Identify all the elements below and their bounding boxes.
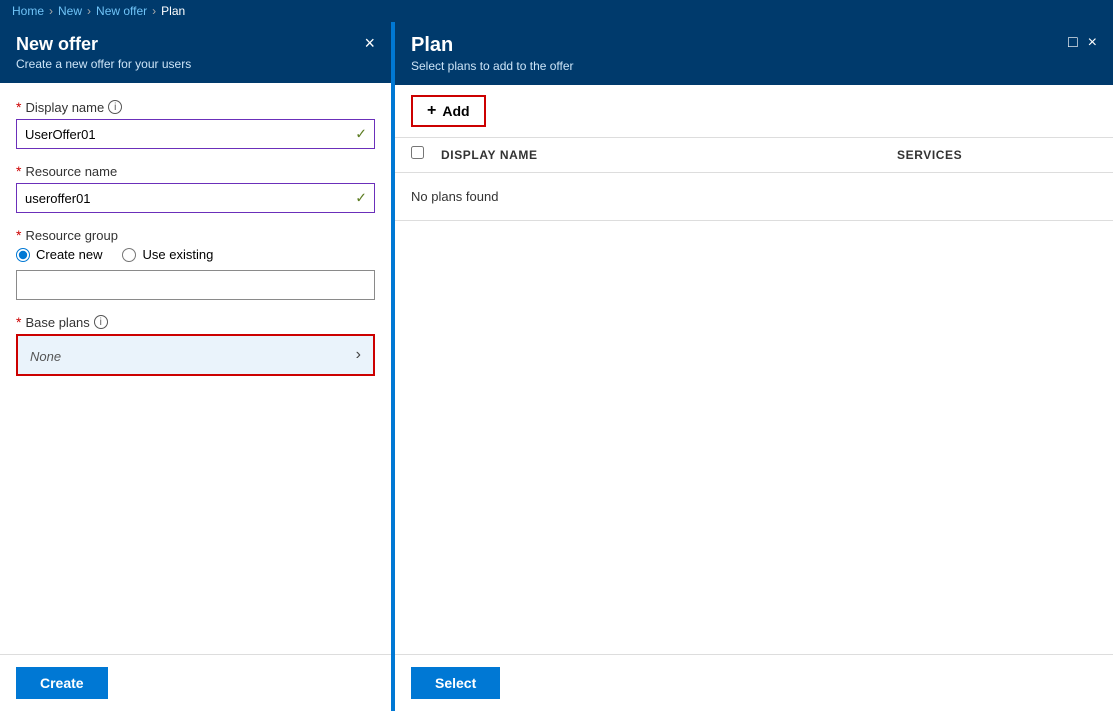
display-name-label-text: Display name — [25, 100, 104, 115]
display-name-info-icon[interactable]: i — [108, 100, 122, 114]
breadcrumb-sep-2: › — [87, 4, 91, 18]
base-plans-selector[interactable]: None › — [16, 334, 375, 376]
breadcrumb-sep-1: › — [49, 4, 53, 18]
base-plans-value-container: None — [30, 347, 61, 364]
resource-group-required-star: * — [16, 227, 21, 243]
left-panel: New offer Create a new offer for your us… — [0, 22, 395, 711]
left-panel-footer: Create — [0, 654, 391, 711]
create-button[interactable]: Create — [16, 667, 108, 699]
resource-name-field-group: * Resource name ✓ — [16, 163, 375, 213]
add-button-label: Add — [442, 103, 469, 119]
plus-icon: + — [427, 102, 436, 120]
use-existing-radio[interactable] — [122, 248, 136, 262]
create-new-radio[interactable] — [16, 248, 30, 262]
table-header-checkbox[interactable] — [411, 146, 424, 159]
base-plans-value: None — [30, 349, 61, 364]
resource-group-label-text: Resource group — [25, 228, 118, 243]
base-plans-info-icon[interactable]: i — [94, 315, 108, 329]
breadcrumb-home[interactable]: Home — [12, 4, 44, 18]
display-name-input-wrapper: ✓ — [16, 119, 375, 149]
create-new-radio-text: Create new — [36, 247, 102, 262]
left-panel-title: New offer — [16, 34, 191, 55]
right-panel-title: Plan — [411, 34, 574, 57]
display-name-input[interactable] — [16, 119, 375, 149]
resource-name-checkmark-icon: ✓ — [355, 190, 367, 207]
base-plans-required-star: * — [16, 314, 21, 330]
base-plans-label: * Base plans i — [16, 314, 375, 330]
resource-group-input[interactable] — [16, 270, 375, 300]
breadcrumb-bar: Home › New › New offer › Plan — [0, 0, 1113, 22]
left-panel-close-button[interactable]: × — [364, 34, 375, 52]
resource-name-input[interactable] — [16, 183, 375, 213]
display-name-field-group: * Display name i ✓ — [16, 99, 375, 149]
main-container: New offer Create a new offer for your us… — [0, 22, 1113, 711]
resource-group-label: * Resource group — [16, 227, 375, 243]
breadcrumb-sep-3: › — [152, 4, 156, 18]
table-header: DISPLAY NAME SERVICES — [395, 138, 1113, 173]
add-button[interactable]: + Add — [411, 95, 486, 127]
table-header-display-name: DISPLAY NAME — [441, 148, 897, 162]
resource-group-field-group: * Resource group Create new Use existing — [16, 227, 375, 300]
create-new-radio-label[interactable]: Create new — [16, 247, 102, 262]
base-plans-chevron-icon: › — [356, 346, 361, 364]
right-panel: Plan Select plans to add to the offer □ … — [395, 22, 1113, 711]
right-panel-close-button[interactable]: × — [1088, 34, 1097, 52]
select-button[interactable]: Select — [411, 667, 500, 699]
breadcrumb-plan: Plan — [161, 4, 185, 18]
right-panel-header-text: Plan Select plans to add to the offer — [411, 34, 574, 73]
breadcrumb-new[interactable]: New — [58, 4, 82, 18]
right-panel-toolbar: + Add — [395, 85, 1113, 138]
left-panel-header-text: New offer Create a new offer for your us… — [16, 34, 191, 71]
table-header-checkbox-col — [411, 146, 441, 164]
use-existing-radio-text: Use existing — [142, 247, 213, 262]
base-plans-label-text: Base plans — [25, 315, 89, 330]
table-header-services: SERVICES — [897, 148, 1097, 162]
right-panel-header: Plan Select plans to add to the offer □ … — [395, 22, 1113, 85]
display-name-required-star: * — [16, 99, 21, 115]
right-panel-minimize-button[interactable]: □ — [1068, 34, 1078, 52]
left-panel-header: New offer Create a new offer for your us… — [0, 22, 391, 83]
use-existing-radio-label[interactable]: Use existing — [122, 247, 213, 262]
breadcrumb-new-offer[interactable]: New offer — [96, 4, 147, 18]
resource-group-radio-group: Create new Use existing — [16, 247, 375, 262]
right-panel-subtitle: Select plans to add to the offer — [411, 59, 574, 73]
resource-name-required-star: * — [16, 163, 21, 179]
no-plans-message: No plans found — [395, 173, 1113, 221]
left-panel-subtitle: Create a new offer for your users — [16, 57, 191, 71]
display-name-checkmark-icon: ✓ — [355, 126, 367, 143]
right-panel-footer: Select — [395, 654, 1113, 711]
resource-name-label-text: Resource name — [25, 164, 117, 179]
left-panel-body: * Display name i ✓ * Resource name ✓ — [0, 83, 391, 654]
right-panel-header-icons: □ × — [1068, 34, 1097, 52]
right-panel-body: DISPLAY NAME SERVICES No plans found — [395, 138, 1113, 654]
resource-name-label: * Resource name — [16, 163, 375, 179]
base-plans-field-group: * Base plans i None › — [16, 314, 375, 376]
resource-name-input-wrapper: ✓ — [16, 183, 375, 213]
display-name-label: * Display name i — [16, 99, 375, 115]
